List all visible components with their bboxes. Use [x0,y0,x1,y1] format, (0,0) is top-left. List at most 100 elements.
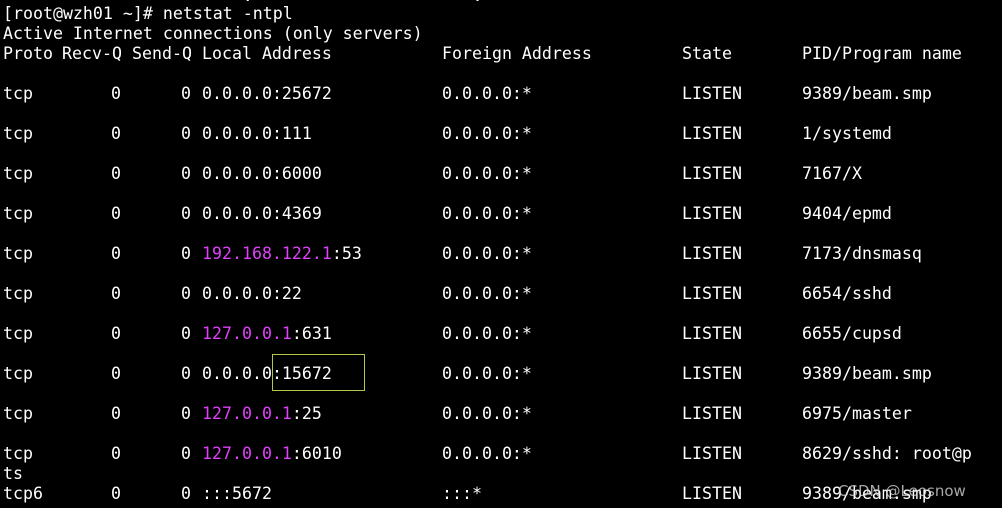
row-local-port: :111 [271,124,312,143]
row-local-address: 127.0.0.1:631 [202,324,332,344]
table-row: tcp 0 0 192.168.122.1:53 0.0.0.0:* LISTEN 7173… [3,244,1002,264]
info-line: Active Internet connections (only server… [3,24,423,43]
row-program: 6655/cupsd [802,324,902,343]
row-foreign-address: 0.0.0.0:* [442,164,532,183]
row-send-q: 0 [181,284,191,303]
row-recv-q: 0 [111,244,121,263]
row-local-port: :25 [291,404,322,423]
row-recv-q: 0 [111,404,121,423]
row-program: 6654/sshd [802,284,892,303]
row-local-address: 0.0.0.0:6000 [202,164,322,184]
row-state: LISTEN [682,284,742,303]
row-foreign-address: 0.0.0.0:* [442,364,532,383]
header-state: State [682,44,732,63]
row-foreign-address: 0.0.0.0:* [442,404,532,423]
row-local-port: :4369 [271,204,322,223]
row-foreign-address: 0.0.0.0:* [442,204,532,223]
row-local-address: :::5672 [202,484,272,504]
row-local-address: 0.0.0.0:111 [202,124,312,144]
row-send-q: 0 [181,204,191,223]
row-local-address: 127.0.0.1:25 [202,404,322,424]
row-state: LISTEN [682,204,742,223]
row-state: LISTEN [682,444,742,463]
row-local-ip: ::: [202,484,232,503]
table-row: tcp 0 0 127.0.0.1:631 0.0.0.0:* LISTEN 6655/cu… [3,324,1002,344]
header-foreign-address: Foreign Address [442,44,592,63]
row-local-address: 0.0.0.0:25672 [202,84,332,104]
row-foreign-address: 0.0.0.0:* [442,84,532,103]
row-recv-q: 0 [111,284,121,303]
row-send-q: 0 [181,164,191,183]
shell-prompt: [root@wzh01 ~]# [3,4,163,23]
table-row: tcp 0 0 0.0.0.0:111 0.0.0.0:* LISTEN 1/systemd [3,124,1002,144]
row-proto: tcp [3,404,33,423]
row-send-q: 0 [181,364,191,383]
highlight-box [272,354,365,391]
header-send-q: Send-Q [132,44,192,63]
row-state: LISTEN [682,124,742,143]
row-program: 9404/epmd [802,204,892,223]
row-recv-q: 0 [111,444,121,463]
row-state: LISTEN [682,164,742,183]
row-program: 9389/beam.smp [802,364,932,383]
row-state: LISTEN [682,404,742,423]
row-local-ip: 0.0.0.0 [202,364,272,383]
row-recv-q: 0 [111,164,121,183]
command-line: [root@wzh01 ~]# netstat -ntpl [3,4,293,24]
command-text: netstat -ntpl [162,4,293,23]
row-state: LISTEN [682,364,742,383]
row-foreign-address: 0.0.0.0:* [442,324,532,343]
row-local-address: 0.0.0.0:4369 [202,204,322,224]
row-program: 7173/dnsmasq [802,244,922,263]
header-recv-q: Recv-Q [62,44,122,63]
table-row: tcp 0 0 0.0.0.0:25672 0.0.0.0:* LISTEN 9389/be… [3,84,1002,104]
row-local-port: :25672 [271,84,332,103]
row-local-ip: 127.0.0.1 [202,444,292,463]
header-local-address: Local Address [202,44,332,63]
row-local-port: 5672 [231,484,272,503]
row-program: 8629/sshd: root@p [802,444,972,463]
row-proto: tcp [3,364,33,383]
row-proto: tcp [3,284,33,303]
row-proto: tcp [3,164,33,183]
table-header: Proto Recv-Q Send-Q Local Address Foreig… [3,44,1002,64]
row-local-port: :6010 [291,444,342,463]
table-row: tcp 0 0 127.0.0.1:25 0.0.0.0:* LISTEN 6975/mas… [3,404,1002,424]
row-program: 9389/beam.smp [802,84,932,103]
row-recv-q: 0 [111,324,121,343]
row-foreign-address: 0.0.0.0:* [442,444,532,463]
terminal-window[interactable]: . . [root@wzh01 ~]# netstat -ntpl Active… [0,0,1002,508]
row-recv-q: 0 [111,364,121,383]
row-recv-q: 0 [111,124,121,143]
row-recv-q: 0 [111,204,121,223]
row-state: LISTEN [682,244,742,263]
row-local-ip: 127.0.0.1 [202,404,292,423]
row-foreign-address: 0.0.0.0:* [442,124,532,143]
row-recv-q: 0 [111,84,121,103]
row-local-ip: 0.0.0.0 [202,284,272,303]
table-row: tcp 0 0 0.0.0.0:6000 0.0.0.0:* LISTEN 7167/X [3,164,1002,184]
row-send-q: 0 [181,124,191,143]
row-state: LISTEN [682,324,742,343]
table-row: tcp 0 0 0.0.0.0:22 0.0.0.0:* LISTEN 6654/sshd [3,284,1002,304]
row-foreign-address: 0.0.0.0:* [442,284,532,303]
row-local-port: :631 [291,324,332,343]
row-program: 7167/X [802,164,862,183]
row-program: 6975/master [802,404,912,423]
row-proto: tcp [3,84,33,103]
row-send-q: 0 [181,244,191,263]
row-foreign-address: 0.0.0.0:* [442,244,532,263]
row-local-port: :6000 [271,164,322,183]
row-send-q: 0 [181,484,191,503]
row-local-address: 127.0.0.1:6010 [202,444,342,464]
header-proto: Proto [3,44,53,63]
row-program: 1/systemd [802,124,892,143]
row-proto: tcp [3,204,33,223]
row-proto: tcp [3,444,33,463]
row-proto: tcp6 [3,484,43,503]
row-local-address: 192.168.122.1:53 [202,244,362,264]
row-local-ip: 127.0.0.1 [202,324,292,343]
table-row: tcp 0 0 0.0.0.0:15672 0.0.0.0:* LISTEN 9389/be… [3,364,1002,384]
row-send-q: 0 [181,324,191,343]
row-local-ip: 192.168.122.1 [202,244,332,263]
